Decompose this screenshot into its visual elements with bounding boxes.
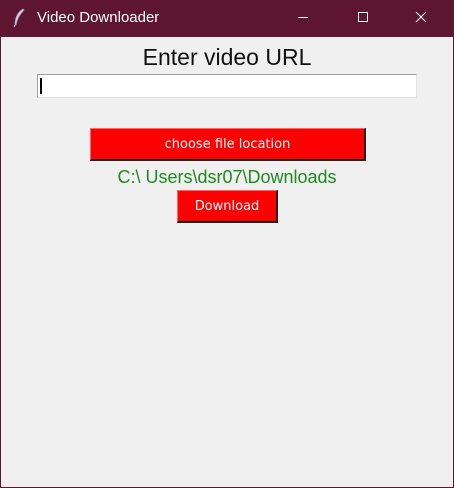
close-button[interactable] (398, 0, 444, 37)
window-title: Video Downloader (37, 9, 160, 26)
maximize-button[interactable] (340, 0, 386, 37)
text-cursor (40, 78, 42, 94)
close-icon (415, 10, 427, 28)
url-input[interactable] (37, 74, 417, 98)
title-bar[interactable]: Video Downloader (0, 0, 454, 37)
minimize-button[interactable] (280, 0, 326, 37)
page-title: Enter video URL (142, 44, 312, 70)
window-content: Enter video URL choose file location C:\… (1, 37, 453, 487)
download-button[interactable]: Download (177, 190, 278, 223)
download-path-label: C:\ Users\dsr07\Downloads (117, 167, 337, 187)
minimize-icon (297, 10, 309, 28)
maximize-icon (357, 10, 369, 28)
feather-icon (12, 8, 26, 28)
choose-location-button[interactable]: choose file location (90, 128, 366, 161)
app-window: Video Downloader Enter video URL choose … (0, 0, 454, 488)
